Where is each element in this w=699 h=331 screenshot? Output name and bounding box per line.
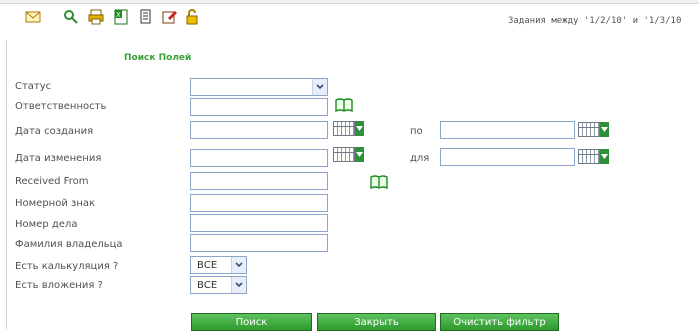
book-lookup-icon[interactable] xyxy=(335,98,353,112)
owner-surname-input[interactable] xyxy=(190,234,328,252)
chevron-down-icon xyxy=(231,257,246,273)
calendar-icon[interactable] xyxy=(578,148,610,165)
calendar-icon[interactable] xyxy=(333,146,365,163)
calendar-icon[interactable] xyxy=(578,121,610,138)
responsibility-label: Ответственность xyxy=(15,101,107,112)
edit-icon[interactable] xyxy=(161,8,178,25)
created-from-input[interactable] xyxy=(190,121,328,139)
svg-text:X: X xyxy=(116,11,121,19)
book-lookup-icon[interactable] xyxy=(370,175,388,189)
created-to-input[interactable] xyxy=(440,121,575,139)
form-title: Поиск Полей xyxy=(124,53,192,63)
status-select[interactable] xyxy=(190,78,328,96)
has-calculation-label: Есть калькуляция ? xyxy=(15,261,119,272)
responsibility-input[interactable] xyxy=(190,98,328,116)
modified-to-label: для xyxy=(410,153,430,164)
left-divider xyxy=(6,40,7,329)
lock-icon[interactable] xyxy=(183,8,200,25)
status-label: Статус xyxy=(15,81,52,92)
has-attachments-select[interactable]: ВСЕ xyxy=(190,276,247,294)
has-calculation-select[interactable]: ВСЕ xyxy=(190,256,247,274)
top-frame xyxy=(0,0,699,4)
close-button[interactable]: Закрыть xyxy=(317,313,436,331)
clear-filter-button[interactable]: Очистить фильтр xyxy=(440,313,559,331)
search-button[interactable]: Поиск xyxy=(191,313,312,331)
created-to-label: по xyxy=(410,126,423,137)
print-icon[interactable] xyxy=(87,8,104,25)
modified-label: Дата изменения xyxy=(15,153,102,164)
modified-to-input[interactable] xyxy=(440,148,575,166)
tasks-range-text: Задания между '1/2/10' и '1/3/10 xyxy=(508,16,682,26)
received-from-label: Received From xyxy=(15,176,89,187)
calendar-icon[interactable] xyxy=(333,120,365,137)
case-number-input[interactable] xyxy=(190,214,328,232)
document-icon[interactable] xyxy=(137,8,154,25)
case-number-label: Номер дела xyxy=(15,219,78,230)
number-mark-input[interactable] xyxy=(190,194,328,212)
has-calculation-value: ВСЕ xyxy=(197,259,218,271)
received-from-input[interactable] xyxy=(190,172,328,190)
excel-icon[interactable]: X xyxy=(112,8,129,25)
has-attachments-value: ВСЕ xyxy=(197,279,218,291)
chevron-down-icon xyxy=(312,79,327,95)
owner-surname-label: Фамилия владельца xyxy=(15,239,123,250)
created-label: Дата создания xyxy=(15,126,94,137)
has-attachments-label: Есть вложения ? xyxy=(15,280,103,291)
modified-from-input[interactable] xyxy=(190,149,328,167)
chevron-down-icon xyxy=(231,277,246,293)
search-icon[interactable] xyxy=(62,8,79,25)
number-mark-label: Номерной знак xyxy=(15,198,96,209)
email-icon[interactable] xyxy=(24,8,41,25)
